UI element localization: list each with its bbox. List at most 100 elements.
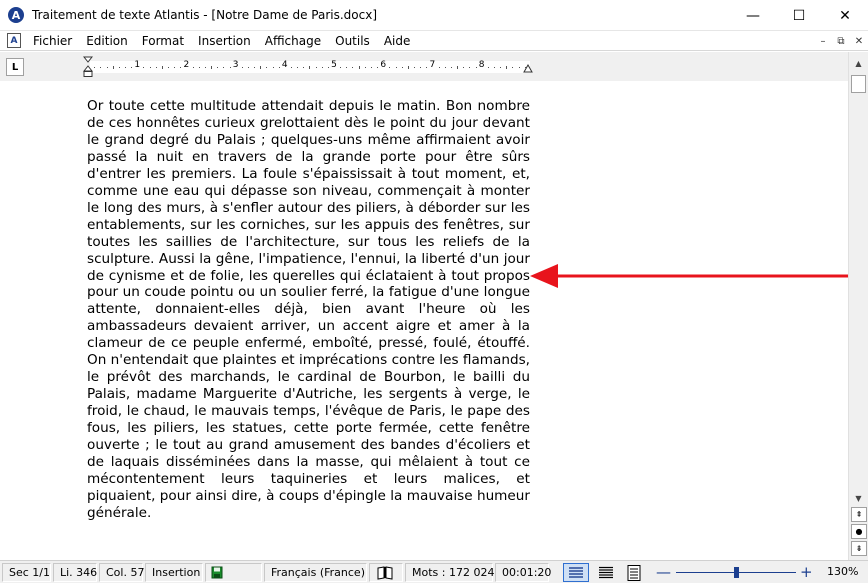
status-edit-time: 00:01:20: [495, 563, 551, 582]
minimize-button[interactable]: —: [730, 0, 776, 31]
browse-object-button[interactable]: ●: [851, 524, 867, 539]
ruler-tick: [247, 67, 249, 68]
next-page-button[interactable]: ⇟: [851, 541, 867, 556]
close-button[interactable]: ✕: [822, 0, 868, 31]
status-language[interactable]: Français (France): [264, 563, 367, 582]
save-status-icon[interactable]: [208, 564, 226, 581]
document-minimize-button[interactable]: –: [814, 31, 832, 51]
ruler-tick: [124, 67, 126, 68]
vertical-scrollbar[interactable]: ▲ ▼ ⇞ ● ⇟: [848, 52, 868, 560]
ruler-tick: [303, 67, 305, 68]
ruler-tick: [457, 66, 458, 69]
ruler-tick: [266, 67, 268, 68]
ruler-tick: [395, 67, 397, 68]
zoom-out-button[interactable]: —: [656, 563, 671, 581]
ruler-tick: [346, 67, 348, 68]
ruler-tick: [297, 67, 299, 68]
document-icon[interactable]: A: [7, 33, 21, 48]
status-line: Li. 346: [53, 563, 97, 582]
menu-format[interactable]: Format: [135, 31, 191, 51]
ruler-tick: [143, 67, 145, 68]
app-icon[interactable]: A: [8, 7, 24, 23]
status-column: Col. 57: [99, 563, 144, 582]
ruler-tick: [180, 67, 182, 68]
ruler-tick: [254, 67, 256, 68]
ruler-tick: [272, 67, 274, 68]
zoom-level[interactable]: 130%: [827, 565, 858, 578]
ruler-tick: [340, 67, 342, 68]
window-controls: — ☐ ✕: [730, 0, 868, 31]
document-paragraph[interactable]: Or toute cette multitude attendait depui…: [87, 98, 530, 522]
ruler-tick: [100, 67, 102, 68]
ruler-tick: [106, 67, 108, 68]
status-section: Sec 1/1: [2, 563, 51, 582]
ruler-tick: [155, 67, 157, 68]
ruler-tick: [506, 66, 508, 69]
document-area[interactable]: Or toute cette multitude attendait depui…: [0, 81, 848, 560]
scroll-up-button[interactable]: ▲: [849, 55, 868, 72]
ruler-tick: [290, 67, 292, 68]
ruler-tick: [469, 67, 471, 68]
ruler-number: 1: [134, 60, 141, 70]
ruler-tick: [487, 67, 489, 68]
ruler-tick: [204, 67, 206, 68]
ruler-tick: [475, 67, 477, 68]
ruler-tick: [112, 66, 114, 69]
menu-edition[interactable]: Edition: [79, 31, 135, 51]
ruler-tick: [444, 67, 446, 68]
maximize-button[interactable]: ☐: [776, 0, 822, 31]
left-indent-marker[interactable]: [83, 56, 93, 78]
ruler-number: 7: [429, 60, 436, 70]
ruler-tick: [438, 67, 440, 68]
ruler-number: 6: [380, 60, 387, 70]
ruler-tick: [420, 67, 422, 68]
ruler-tick: [321, 67, 323, 68]
previous-page-button[interactable]: ⇞: [851, 507, 867, 522]
ruler-number: 4: [281, 60, 288, 70]
status-bar: Sec 1/1 Li. 346 Col. 57 Insertion França…: [0, 560, 868, 583]
ruler-tick: [229, 67, 231, 68]
menu-outils[interactable]: Outils: [328, 31, 377, 51]
title-bar[interactable]: A Traitement de texte Atlantis - [Notre …: [0, 0, 868, 31]
ruler-tick: [315, 67, 317, 68]
ruler-number: 8: [478, 60, 485, 70]
ruler-tick: [518, 67, 520, 68]
ruler-tick: [463, 67, 465, 68]
ruler-tick: [401, 67, 403, 68]
ruler-tick: [414, 67, 415, 68]
ruler[interactable]: L 1 2 3 4 5 6 7 8: [0, 52, 868, 81]
view-page-layout-button[interactable]: [621, 563, 647, 582]
view-outline-button[interactable]: [593, 563, 619, 582]
ruler-tick: [493, 67, 495, 68]
document-close-button[interactable]: ✕: [850, 31, 868, 51]
view-normal-button[interactable]: [563, 563, 589, 582]
document-window-controls: – ⧉ ✕: [814, 31, 868, 51]
ruler-tick: [174, 67, 176, 68]
ruler-tick: [94, 67, 96, 68]
ruler-tick: [407, 66, 409, 69]
scroll-thumb[interactable]: [851, 75, 866, 93]
zoom-in-button[interactable]: +: [800, 563, 813, 581]
ruler-tick: [260, 66, 262, 69]
zoom-slider-thumb[interactable]: [733, 567, 739, 578]
window-title: Traitement de texte Atlantis - [Notre Da…: [32, 8, 378, 22]
menu-insertion[interactable]: Insertion: [191, 31, 258, 51]
menu-aide[interactable]: Aide: [377, 31, 418, 51]
menu-fichier[interactable]: Fichier: [26, 31, 79, 51]
status-insert-mode[interactable]: Insertion: [145, 563, 203, 582]
status-word-count: Mots : 172 024: [405, 563, 494, 582]
ruler-tick: [500, 67, 502, 68]
ruler-tick: [309, 66, 311, 69]
menu-bar: A Fichier Edition Format Insertion Affic…: [0, 31, 868, 51]
menu-affichage[interactable]: Affichage: [258, 31, 328, 51]
ruler-tick: [377, 67, 379, 68]
ruler-tick: [198, 67, 200, 68]
right-indent-marker[interactable]: [523, 64, 533, 74]
book-icon[interactable]: [376, 564, 394, 581]
ruler-number: 5: [331, 60, 337, 70]
scroll-down-button[interactable]: ▼: [849, 490, 868, 507]
tab-stop-selector[interactable]: L: [6, 58, 24, 76]
document-restore-button[interactable]: ⧉: [832, 31, 850, 51]
ruler-tick: [512, 67, 514, 68]
ruler-tick: [327, 67, 329, 68]
